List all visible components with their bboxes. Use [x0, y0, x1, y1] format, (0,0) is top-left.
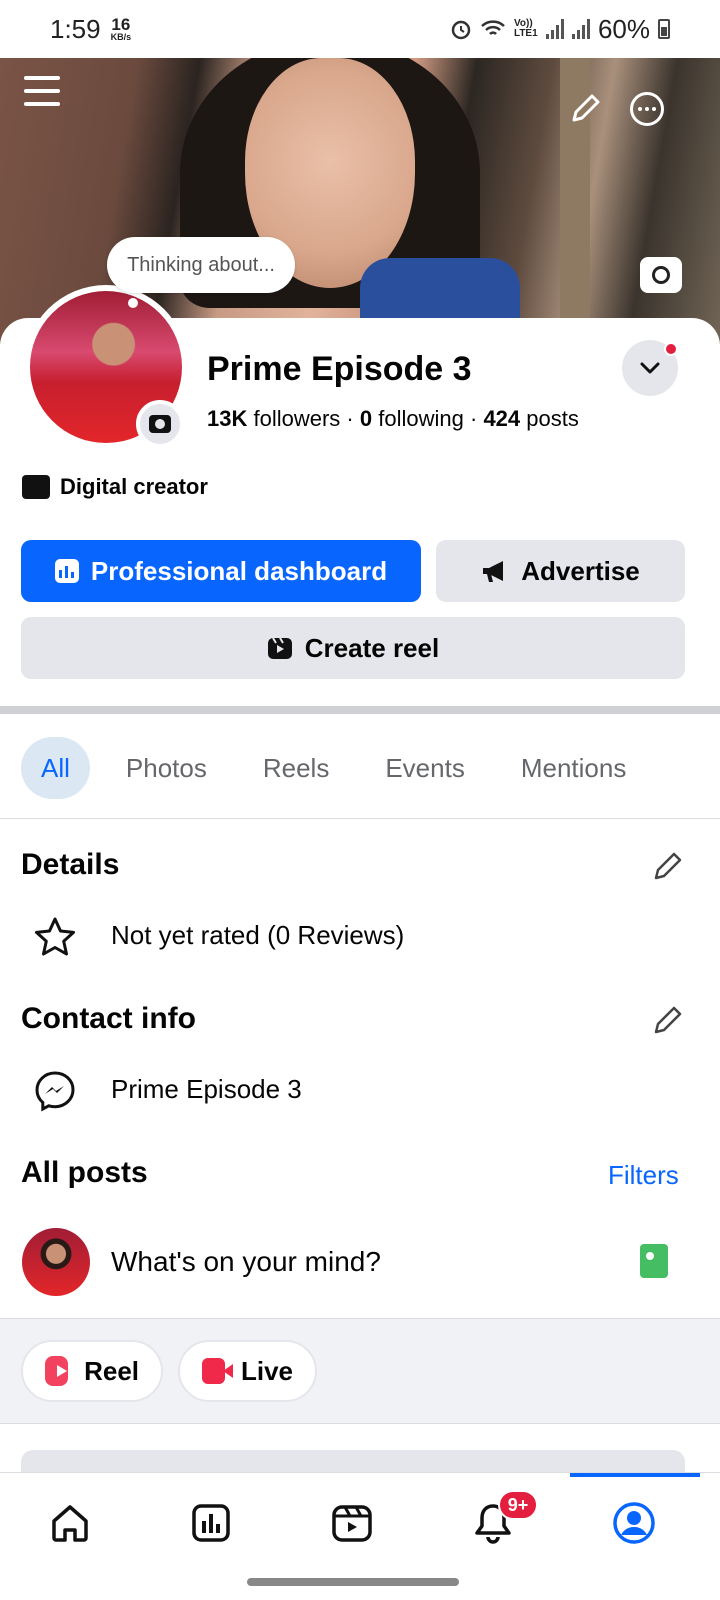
create-reel-label: Create reel — [304, 632, 440, 663]
edit-cover-camera-icon[interactable] — [640, 257, 682, 293]
reel-button[interactable]: Reel — [21, 1340, 163, 1402]
thought-bubble[interactable]: Thinking about... — [107, 237, 295, 293]
home-icon[interactable] — [40, 1497, 100, 1549]
network-speed-unit: KB/s — [110, 32, 132, 42]
profile-dropdown-button[interactable] — [622, 340, 678, 396]
all-posts-title: All posts — [21, 1156, 148, 1189]
contact-info-title: Contact info — [21, 1002, 196, 1035]
reel-icon — [45, 1356, 69, 1386]
details-title: Details — [21, 848, 120, 881]
star-icon — [35, 917, 75, 956]
stats-separator: · — [469, 406, 478, 431]
profile-stats: 13K followers · 0 following · 424 posts — [207, 406, 579, 432]
following-label[interactable]: following — [378, 406, 464, 431]
dashboard-icon[interactable] — [181, 1497, 241, 1549]
followers-label[interactable]: followers — [253, 406, 340, 431]
tab-all[interactable]: All — [21, 737, 90, 799]
chevron-down-icon — [640, 362, 660, 374]
edit-cover-pencil-icon[interactable] — [568, 92, 602, 126]
profile-tabs: All Photos Reels Events Mentions — [21, 737, 646, 799]
volte-label: Vo)) LTE1 — [513, 18, 538, 39]
following-count[interactable]: 0 — [360, 406, 372, 431]
profile-icon[interactable] — [604, 1497, 664, 1549]
filters-link[interactable]: Filters — [608, 1160, 679, 1191]
reel-icon — [267, 637, 292, 659]
edit-details-pencil-icon[interactable] — [652, 850, 684, 882]
notification-dot — [664, 342, 678, 356]
status-time: 1:59 — [50, 13, 101, 44]
battery-percent: 60% — [597, 13, 650, 44]
composer-avatar[interactable] — [22, 1228, 90, 1296]
professional-dashboard-label: Professional dashboard — [90, 555, 388, 586]
stats-separator: · — [346, 406, 354, 431]
wifi-icon — [481, 20, 505, 35]
home-indicator[interactable] — [247, 1578, 459, 1586]
megaphone-icon — [483, 561, 504, 582]
battery-icon — [658, 19, 670, 39]
status-bar: 1:59 16 KB/s Vo)) LTE1 60% — [0, 0, 720, 58]
change-avatar-camera-icon[interactable] — [136, 400, 184, 448]
category-label: Digital creator — [60, 474, 208, 499]
network-speed: 16 KB/s — [111, 16, 132, 42]
active-tab-indicator — [570, 1473, 700, 1477]
posts-count: 424 — [483, 406, 521, 431]
profile-category: Digital creator — [22, 474, 208, 500]
advertise-label: Advertise — [521, 555, 640, 586]
section-divider — [0, 706, 720, 714]
status-right: Vo)) LTE1 60% — [450, 14, 670, 45]
followers-count[interactable]: 13K — [207, 406, 247, 431]
video-icon[interactable] — [322, 1497, 382, 1549]
more-options-icon[interactable] — [630, 92, 664, 126]
messenger-icon — [35, 1071, 75, 1112]
profile-name: Prime Episode 3 — [207, 350, 472, 388]
live-button[interactable]: Live — [178, 1340, 317, 1402]
live-video-icon — [202, 1358, 233, 1384]
signal-icon-2 — [571, 19, 590, 39]
dashboard-chart-icon — [54, 559, 79, 583]
create-reel-button[interactable]: Create reel — [21, 617, 685, 679]
reel-label: Reel — [84, 1355, 139, 1386]
composer-input[interactable]: What's on your mind? — [111, 1246, 381, 1278]
tabs-divider — [0, 818, 720, 819]
advertise-button[interactable]: Advertise — [436, 540, 685, 602]
notification-badge: 9+ — [498, 1490, 538, 1520]
professional-dashboard-button[interactable]: Professional dashboard — [21, 540, 421, 602]
thought-bubble-tail — [128, 298, 138, 308]
tab-events[interactable]: Events — [365, 737, 485, 799]
contact-messenger[interactable]: Prime Episode 3 — [111, 1074, 302, 1105]
hamburger-menu-icon[interactable] — [24, 76, 60, 106]
signal-icon — [545, 19, 564, 39]
edit-contact-pencil-icon[interactable] — [652, 1004, 684, 1036]
tab-photos[interactable]: Photos — [106, 737, 227, 799]
alarm-icon — [451, 20, 471, 40]
live-label: Live — [240, 1355, 293, 1386]
rating-text: Not yet rated (0 Reviews) — [111, 920, 405, 950]
posts-label: posts — [526, 406, 579, 431]
photo-icon[interactable] — [640, 1244, 668, 1278]
tab-mentions[interactable]: Mentions — [501, 737, 647, 799]
tab-reels[interactable]: Reels — [243, 737, 349, 799]
clapperboard-icon — [22, 475, 50, 499]
network-speed-value: 16 — [111, 15, 131, 34]
